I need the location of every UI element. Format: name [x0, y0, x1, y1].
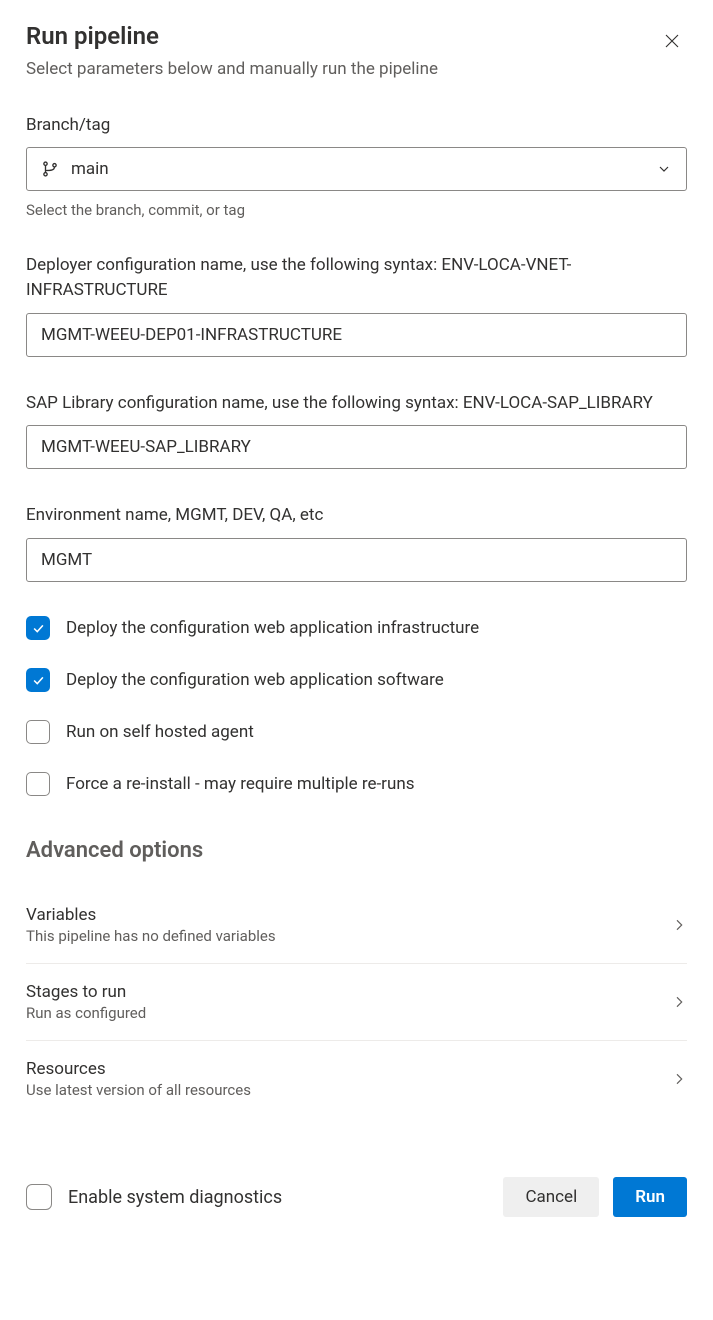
advanced-options-heading: Advanced options [26, 838, 687, 863]
force-reinstall-label: Force a re-install - may require multipl… [66, 774, 414, 794]
branch-label: Branch/tag [26, 113, 687, 138]
run-button[interactable]: Run [613, 1177, 687, 1217]
variables-title: Variables [26, 905, 276, 925]
resources-title: Resources [26, 1059, 251, 1079]
stages-title: Stages to run [26, 982, 146, 1002]
dialog-title: Run pipeline [26, 22, 438, 51]
stages-subtitle: Run as configured [26, 1004, 146, 1022]
chevron-right-icon [671, 917, 687, 933]
close-button[interactable] [657, 26, 687, 59]
variables-subtitle: This pipeline has no defined variables [26, 927, 276, 945]
deploy-software-label: Deploy the configuration web application… [66, 670, 444, 690]
stages-row[interactable]: Stages to run Run as configured [26, 964, 687, 1041]
resources-row[interactable]: Resources Use latest version of all reso… [26, 1041, 687, 1117]
variables-row[interactable]: Variables This pipeline has no defined v… [26, 887, 687, 964]
system-diagnostics-label: Enable system diagnostics [68, 1187, 282, 1208]
chevron-down-icon [656, 161, 672, 177]
branch-icon [41, 160, 59, 178]
dialog-subtitle: Select parameters below and manually run… [26, 59, 438, 79]
force-reinstall-checkbox[interactable] [26, 772, 50, 796]
self-hosted-label: Run on self hosted agent [66, 722, 254, 742]
check-icon [31, 673, 46, 688]
chevron-right-icon [671, 1071, 687, 1087]
deploy-infra-label: Deploy the configuration web application… [66, 618, 479, 638]
environment-label: Environment name, MGMT, DEV, QA, etc [26, 503, 687, 528]
sap-library-input[interactable] [26, 425, 687, 469]
deploy-infra-checkbox[interactable] [26, 616, 50, 640]
sap-library-label: SAP Library configuration name, use the … [26, 391, 687, 416]
branch-tag-select[interactable]: main [26, 147, 687, 191]
system-diagnostics-checkbox[interactable] [26, 1184, 52, 1210]
deployer-config-input[interactable] [26, 313, 687, 357]
resources-subtitle: Use latest version of all resources [26, 1081, 251, 1099]
self-hosted-checkbox[interactable] [26, 720, 50, 744]
environment-input[interactable] [26, 538, 687, 582]
deploy-software-checkbox[interactable] [26, 668, 50, 692]
close-icon [663, 32, 681, 50]
chevron-right-icon [671, 994, 687, 1010]
deployer-config-label: Deployer configuration name, use the fol… [26, 253, 687, 302]
branch-tag-value: main [71, 159, 644, 179]
check-icon [31, 621, 46, 636]
cancel-button[interactable]: Cancel [503, 1177, 599, 1217]
branch-helper-text: Select the branch, commit, or tag [26, 201, 687, 219]
